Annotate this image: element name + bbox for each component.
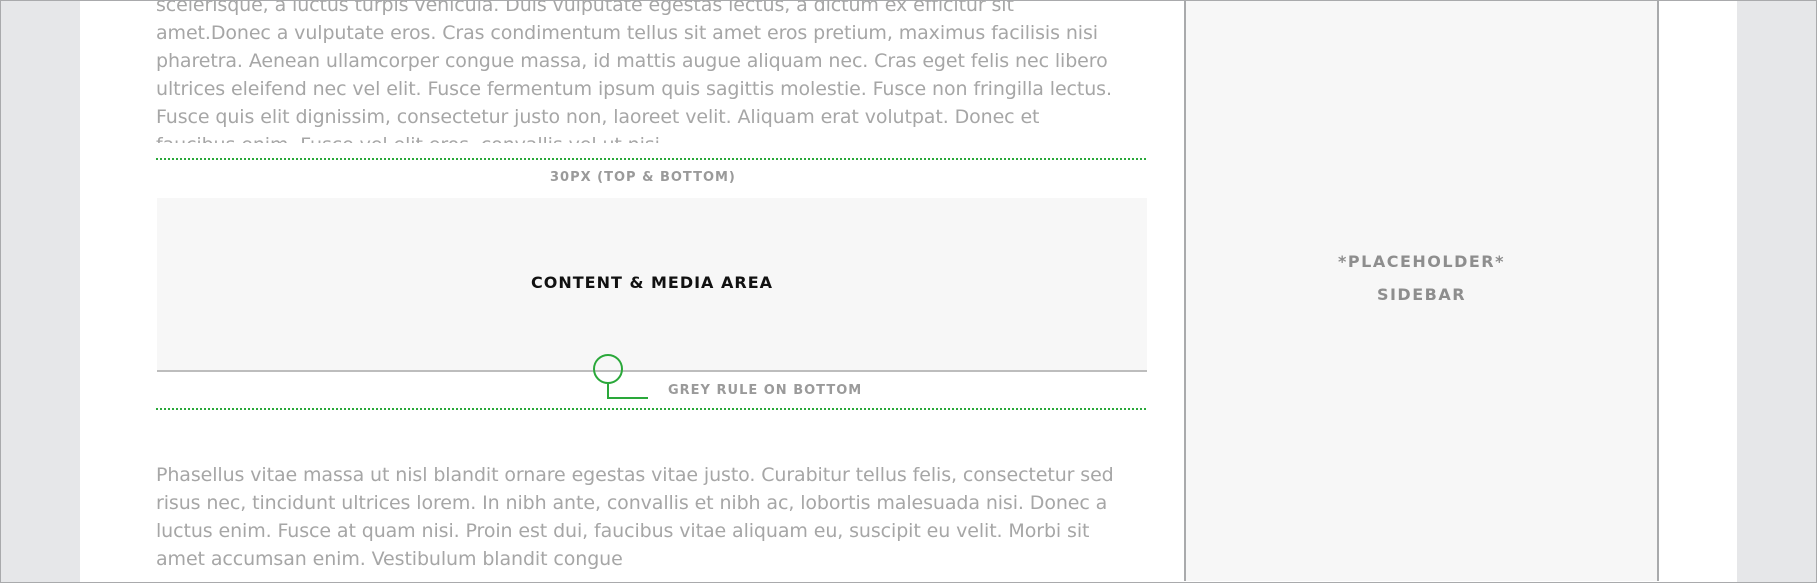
- rule-label: GREY RULE ON BOTTOM: [668, 383, 863, 398]
- sidebar-placeholder: *PLACEHOLDER* SIDEBAR: [1184, 1, 1659, 581]
- sidebar-label-line2: SIDEBAR: [1376, 285, 1467, 304]
- content-area-label: CONTENT & MEDIA AREA: [530, 273, 774, 292]
- sidebar-label: *PLACEHOLDER* SIDEBAR: [1186, 245, 1657, 311]
- rule-callout-circle: [593, 354, 623, 384]
- content-media-area: CONTENT & MEDIA AREA: [157, 198, 1147, 372]
- page-canvas: scelerisque, a luctus turpis vehicula. D…: [80, 1, 1737, 582]
- top-paragraph: scelerisque, a luctus turpis vehicula. D…: [156, 1, 1112, 143]
- bottom-paragraph: Phasellus vitae massa ut nisl blandit or…: [156, 464, 1114, 570]
- spacing-guide-bottom: [156, 408, 1146, 410]
- main-column: scelerisque, a luctus turpis vehicula. D…: [80, 1, 1184, 582]
- sidebar-label-line1: *PLACEHOLDER*: [1338, 252, 1505, 271]
- rule-callout-leader: [607, 383, 648, 399]
- spacing-label: 30PX (TOP & BOTTOM): [550, 170, 736, 185]
- spacing-guide-top: [156, 158, 1146, 160]
